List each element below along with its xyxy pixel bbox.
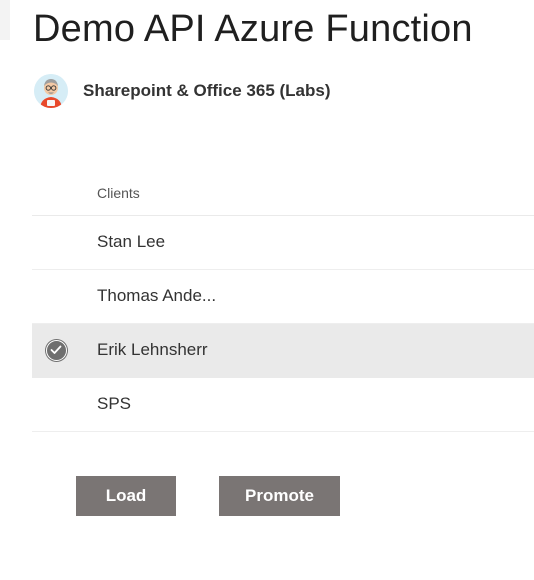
row-label: SPS xyxy=(97,394,132,413)
avatar-image xyxy=(34,74,68,108)
site-header: Sharepoint & Office 365 (Labs) xyxy=(34,73,331,109)
list-row-selected[interactable]: Erik Lehnsherr xyxy=(32,324,534,378)
list-row[interactable]: SPS xyxy=(32,378,534,432)
site-name[interactable]: Sharepoint & Office 365 (Labs) xyxy=(83,81,331,101)
promote-button[interactable]: Promote xyxy=(219,476,340,516)
page-title: Demo API Azure Function xyxy=(33,8,473,50)
list-row[interactable]: Stan Lee xyxy=(32,216,534,270)
load-button[interactable]: Load xyxy=(76,476,176,516)
avatar xyxy=(34,74,68,108)
column-header-clients[interactable]: Clients xyxy=(97,185,140,201)
row-label: Stan Lee xyxy=(97,232,166,251)
row-label: Thomas Ande... xyxy=(97,286,217,305)
check-circle-icon[interactable] xyxy=(46,340,67,361)
list-header: Clients xyxy=(32,170,534,216)
row-label: Erik Lehnsherr xyxy=(97,340,208,359)
list-row[interactable]: Thomas Ande... xyxy=(32,270,534,324)
clients-list: Clients Stan Lee Thomas Ande... Erik Leh… xyxy=(32,170,534,432)
top-left-strip xyxy=(0,0,10,40)
